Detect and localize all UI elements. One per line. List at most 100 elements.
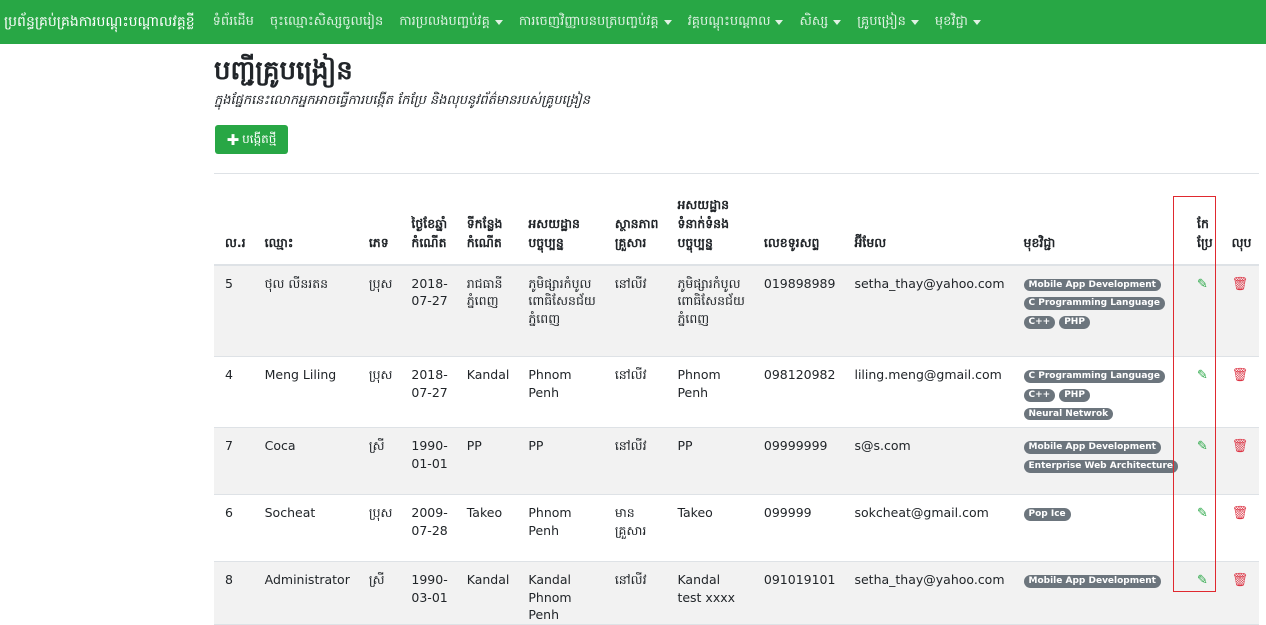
col-header-email: អ៊ីមែល <box>843 173 1013 266</box>
cell-edit: ✎ <box>1186 357 1221 428</box>
cell-email: s@s.com <box>854 438 911 453</box>
table-row: 4 Meng Liling ប្រុស 2018-07-27 Kandal Ph… <box>214 357 1260 428</box>
subject-badge: Enterprise Web Architecture <box>1023 459 1178 473</box>
cell-delete: 🗑 <box>1221 495 1260 562</box>
cell-pob: PP <box>466 438 482 453</box>
pencil-icon[interactable]: ✎ <box>1197 572 1208 590</box>
nav-item-label: វគ្គបណ្តុះបណ្តាល <box>687 13 771 29</box>
trash-icon[interactable]: 🗑 <box>1232 367 1249 385</box>
teacher-table: ល.រ ឈ្មោះ ភេទ ថ្ងៃខែឆ្នាំកំណើត ទីកន្លែងក… <box>214 173 1260 625</box>
cell-delete: 🗑 <box>1221 265 1260 357</box>
page-subtitle: ក្នុងផ្នែកនេះលោកអ្នកអាចធ្វើការបង្កើត កែប… <box>214 93 591 108</box>
create-button[interactable]: ✚ បង្កើតថ្មី <box>215 125 288 154</box>
cell-name: Administrator <box>264 572 350 587</box>
nav-item-label: ចុះឈ្មោះសិស្សចូលរៀន <box>269 13 384 29</box>
cell-sex: ស្រី <box>368 438 385 453</box>
cell-subjects: Mobile App Development Enterprise Web Ar… <box>1013 428 1186 495</box>
cell-name: Meng Liling <box>264 367 337 382</box>
cell-phone: 09999999 <box>763 438 828 453</box>
create-button-label: បង្កើតថ្មី <box>242 131 277 146</box>
plus-icon: ✚ <box>226 130 240 149</box>
page-title: បញ្ជីគ្រូបង្រៀន <box>214 56 353 86</box>
cell-dob: 2018-07-27 <box>411 275 448 309</box>
caret-down-icon <box>775 19 784 25</box>
nav-item-teacher[interactable]: គ្រូបង្រៀន <box>857 13 919 32</box>
cell-family: មានគ្រួសារ <box>614 505 647 538</box>
navbar: ប្រព័ន្ធគ្រប់គ្រងការបណ្តុះបណ្តាលវគ្គខ្លី… <box>0 0 1266 44</box>
pencil-icon[interactable]: ✎ <box>1197 367 1208 385</box>
cell-subjects: Mobile App Development C Programming Lan… <box>1013 265 1186 357</box>
nav-item-label: សិស្ស <box>799 13 829 29</box>
table-header-row: ល.រ ឈ្មោះ ភេទ ថ្ងៃខែឆ្នាំកំណើត ទីកន្លែងក… <box>214 173 1260 266</box>
cell-id: 7 <box>225 438 233 453</box>
subject-badge: C++ <box>1023 316 1056 329</box>
cell-edit: ✎ <box>1186 495 1221 562</box>
table-row: 5 ថុល លីនរតន ប្រុស 2018-07-27 រាជធានីភ្ន… <box>214 264 1260 357</box>
nav-item-enroll[interactable]: ចុះឈ្មោះសិស្សចូលរៀន <box>270 13 383 32</box>
subject-badge: C Programming Language <box>1023 297 1165 311</box>
cell-contact-address: Kandal test xxxx <box>677 572 736 605</box>
nav-item-label: មុខវិជ្ជា <box>934 13 968 29</box>
cell-dob: 2009-07-28 <box>411 505 448 538</box>
pencil-icon[interactable]: ✎ <box>1197 505 1208 523</box>
nav-item-exam[interactable]: ការប្រលងបញ្ចប់វគ្គ <box>399 13 503 32</box>
nav-item-course[interactable]: វគ្គបណ្តុះបណ្តាល <box>688 13 784 32</box>
cell-family: នៅលីវ <box>614 438 647 453</box>
cell-subjects: Pop Ice <box>1013 495 1186 562</box>
col-header-edit: កែប្រែ <box>1186 173 1221 266</box>
navbar-brand[interactable]: ប្រព័ន្ធគ្រប់គ្រងការបណ្តុះបណ្តាលវគ្គខ្លី <box>0 12 195 33</box>
cell-address: Kandal Phnom Penh <box>528 572 572 622</box>
cell-family: នៅលីវ <box>614 275 647 291</box>
cell-sex: ប្រុស <box>368 505 393 520</box>
trash-icon[interactable]: 🗑 <box>1232 276 1249 294</box>
nav-item-home[interactable]: ទំព័រដើម <box>213 13 254 32</box>
cell-phone: 019898989 <box>763 275 836 291</box>
trash-icon[interactable]: 🗑 <box>1232 505 1249 523</box>
cell-email: sokcheat@gmail.com <box>854 505 989 520</box>
cell-sex: ប្រុស <box>368 367 393 382</box>
cell-sex: ប្រុស <box>368 275 393 291</box>
cell-contact-address: ភូមិផ្សារកំបូល ពោធិសែនជ័យ ភ្នំពេញ <box>677 275 745 326</box>
table-row: 7 Coca ស្រី 1990-01-01 PP PP នៅលីវ PP 09… <box>214 427 1260 495</box>
pencil-icon[interactable]: ✎ <box>1197 276 1208 294</box>
cell-id: 6 <box>225 505 233 520</box>
cell-phone: 099999 <box>763 505 812 520</box>
pencil-icon[interactable]: ✎ <box>1197 438 1208 456</box>
cell-subjects: C Programming Language C++ PHP Neural Ne… <box>1013 357 1186 428</box>
trash-icon[interactable]: 🗑 <box>1232 438 1249 456</box>
subject-badge: Mobile App Development <box>1023 278 1161 292</box>
col-header-phone: លេខទូរសព្ទ <box>752 173 844 266</box>
cell-dob: 1990-03-01 <box>411 572 448 605</box>
cell-email: liling.meng@gmail.com <box>854 367 1002 382</box>
nav-item-label: គ្រូបង្រៀន <box>857 13 906 29</box>
cell-id: 5 <box>225 275 233 291</box>
subject-badge: C++ <box>1023 388 1056 402</box>
caret-down-icon <box>910 19 919 25</box>
trash-icon[interactable]: 🗑 <box>1232 572 1249 590</box>
cell-family: នៅលីវ <box>614 367 647 382</box>
cell-family: នៅលីវ <box>614 572 647 587</box>
cell-delete: 🗑 <box>1221 428 1260 495</box>
cell-edit: ✎ <box>1186 265 1221 357</box>
col-header-address: អសយដ្ឋានបច្ចុប្បន្ន <box>517 173 604 266</box>
cell-pob: Kandal <box>466 367 510 382</box>
cell-id: 4 <box>225 367 233 382</box>
cell-contact-address: PP <box>677 438 693 453</box>
col-header-delete: លុប <box>1220 173 1260 266</box>
col-header-sex: ភេទ <box>357 173 401 266</box>
cell-phone: 098120982 <box>763 367 836 382</box>
cell-address: Phnom Penh <box>528 505 572 538</box>
subject-badge: PHP <box>1059 388 1090 402</box>
cell-delete: 🗑 <box>1221 562 1260 625</box>
col-header-dob: ថ្ងៃខែឆ្នាំកំណើត <box>400 173 456 266</box>
caret-down-icon <box>833 19 842 25</box>
cell-address: PP <box>528 438 544 453</box>
nav-item-student[interactable]: សិស្ស <box>799 13 842 32</box>
subject-badge: Mobile App Development <box>1023 575 1161 588</box>
cell-edit: ✎ <box>1186 562 1221 625</box>
table-row: 6 Socheat ប្រុស 2009-07-28 Takeo Phnom P… <box>214 495 1260 562</box>
cell-name: Coca <box>264 438 296 453</box>
nav-item-subject[interactable]: មុខវិជ្ជា <box>935 13 981 32</box>
cell-email: setha_thay@yahoo.com <box>854 275 1005 291</box>
nav-item-certificate[interactable]: ការចេញវិញ្ញាបនបត្របញ្ចប់វគ្គ <box>519 13 672 32</box>
